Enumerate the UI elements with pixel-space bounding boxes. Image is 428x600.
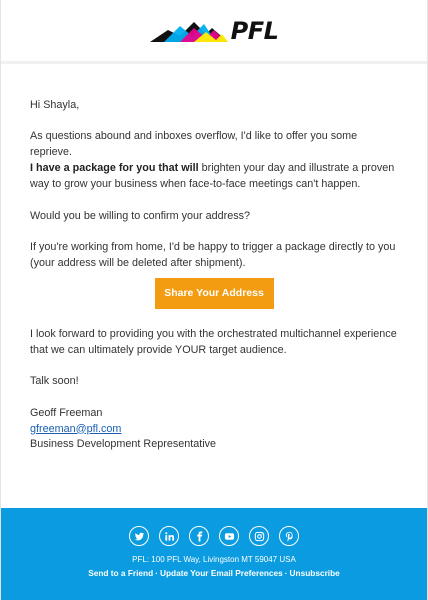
share-address-button[interactable]: Share Your Address (154, 278, 274, 309)
sender-email-link[interactable]: gfreeman@pfl.com (30, 423, 121, 435)
logo-text: PFL (230, 16, 279, 45)
paragraph-closing: I look forward to providing you with the… (30, 328, 397, 356)
cta-wrapper: Share Your Address (1, 278, 427, 309)
pfl-logo[interactable]: PFL (149, 16, 279, 45)
send-to-friend-link[interactable]: Send to a Friend (88, 568, 153, 578)
footer-separator: · (155, 568, 158, 578)
footer-separator: · (284, 568, 288, 578)
paragraph-confirm: Would you be willing to confirm your add… (30, 210, 251, 222)
sender-name: Geoff Freeman (30, 407, 103, 419)
signoff: Talk soon! (30, 375, 79, 387)
email-page: PFL Hi Shayla, As questions abound and i… (0, 0, 428, 600)
twitter-icon[interactable] (129, 526, 149, 546)
sender-email-line: gfreeman@pfl.com (30, 422, 402, 438)
paragraph-home: If you're working from home, I'd be happ… (30, 241, 396, 269)
facebook-icon[interactable] (189, 526, 209, 546)
email-footer: PFL: 100 PFL Way, Livingston MT 59047 US… (1, 508, 427, 600)
email-header: PFL (1, 0, 427, 64)
pinterest-icon[interactable] (279, 526, 299, 546)
logo-mountains-icon (149, 21, 228, 42)
footer-address: PFL: 100 PFL Way, Livingston MT 59047 US… (132, 555, 296, 564)
sender-title: Business Development Representative (30, 438, 217, 450)
footer-links: Send to a Friend · Update Your Email Prefe… (1, 568, 427, 579)
paragraph-package: I have a package for you that will brigh… (30, 161, 402, 192)
instagram-icon[interactable] (249, 526, 269, 546)
unsubscribe-link[interactable]: Unsubscribe (290, 568, 340, 578)
youtube-icon[interactable] (219, 526, 239, 546)
paragraph-package-bold: I have a package for you that will (30, 162, 199, 174)
social-links (1, 526, 427, 546)
greeting: Hi Shayla, (30, 99, 80, 111)
update-preferences-link[interactable]: Update Your Email Preferences (160, 568, 283, 578)
linkedin-icon[interactable] (159, 526, 179, 546)
paragraph-intro: As questions abound and inboxes overflow… (30, 130, 358, 158)
